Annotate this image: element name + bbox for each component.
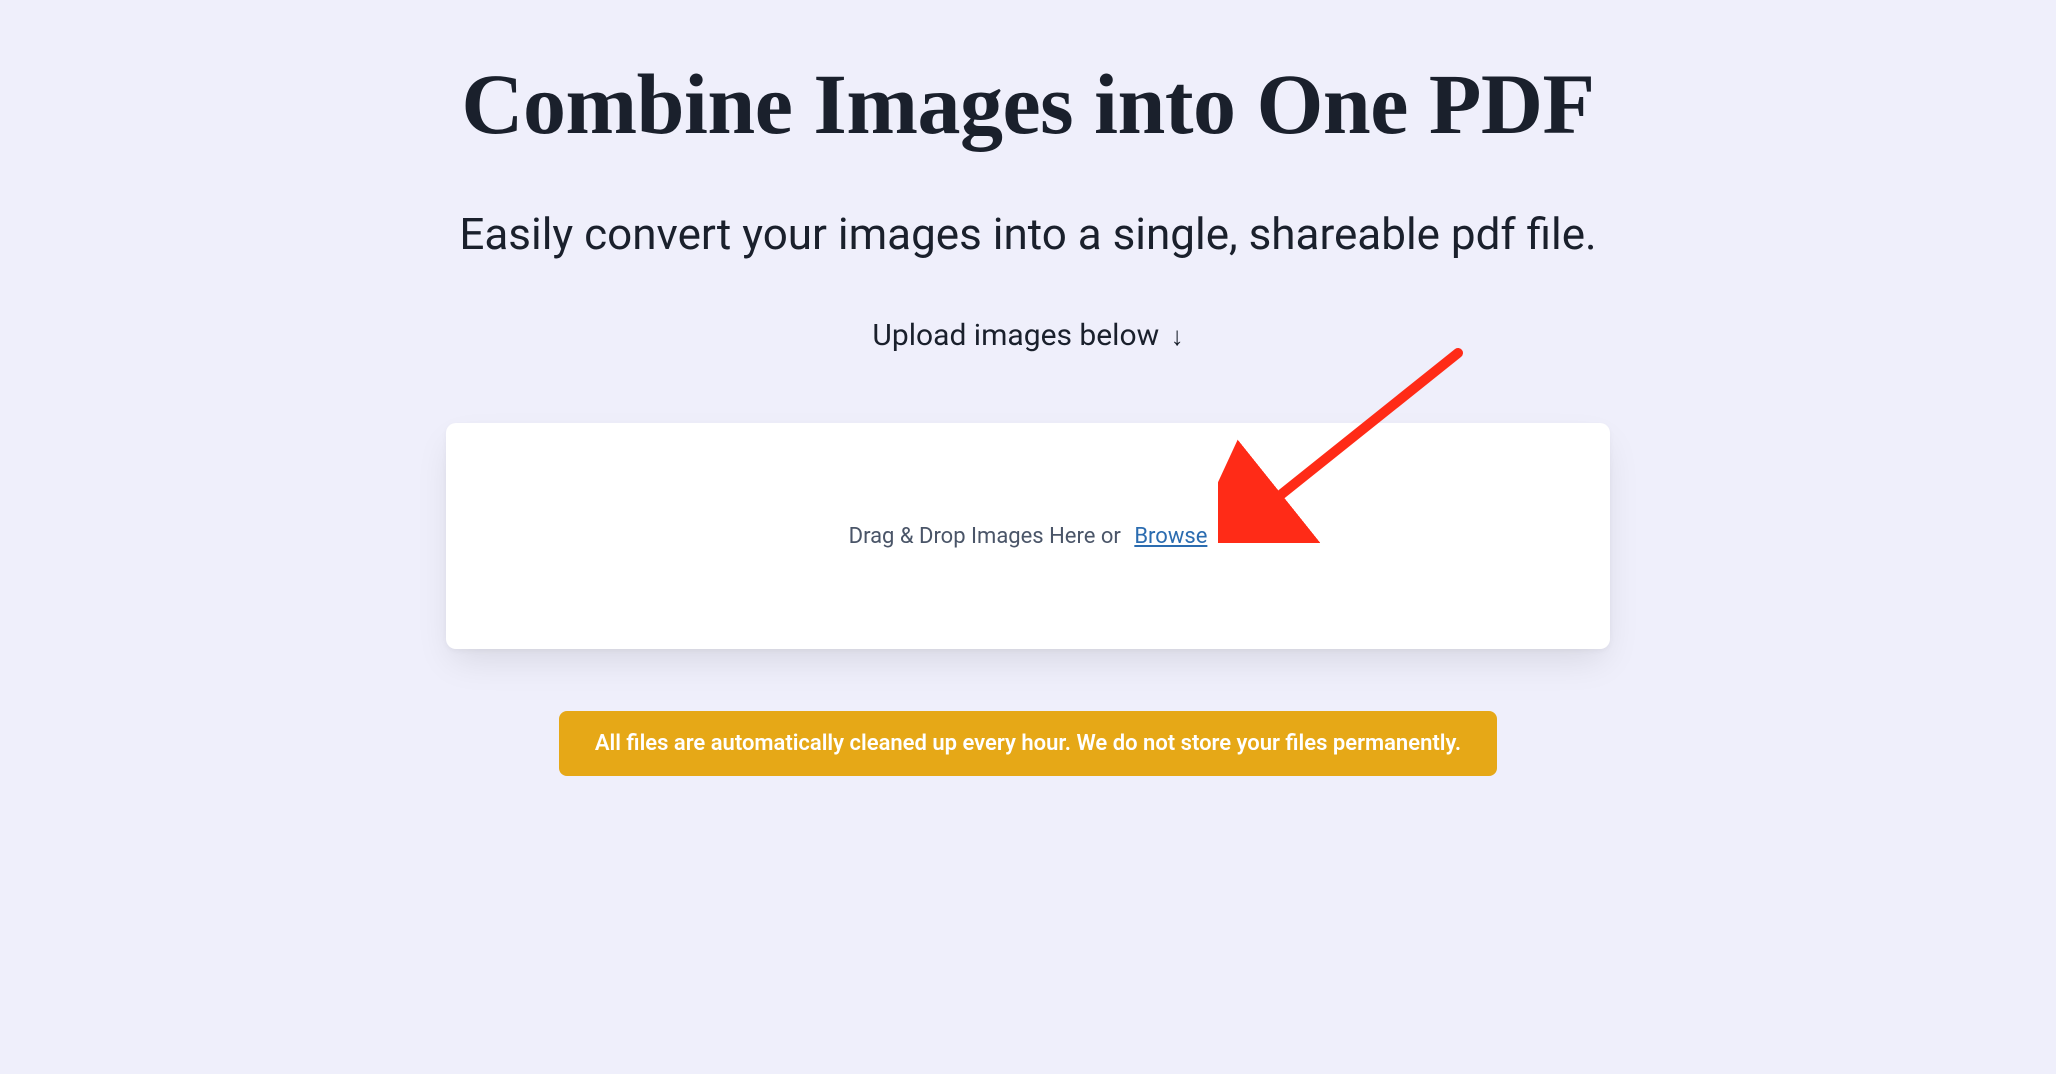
upload-instruction-text: Upload images below (872, 318, 1159, 353)
browse-link[interactable]: Browse (1134, 524, 1207, 549)
image-dropzone[interactable]: Drag & Drop Images Here or Browse (446, 423, 1610, 649)
page-subtitle: Easily convert your images into a single… (268, 208, 1788, 260)
down-arrow-icon: ↓ (1171, 322, 1184, 352)
dropzone-text: Drag & Drop Images Here or (849, 524, 1121, 549)
upload-instruction: Upload images below ↓ (268, 318, 1788, 353)
file-cleanup-notice: All files are automatically cleaned up e… (559, 711, 1497, 776)
page-title: Combine Images into One PDF (268, 54, 1788, 154)
